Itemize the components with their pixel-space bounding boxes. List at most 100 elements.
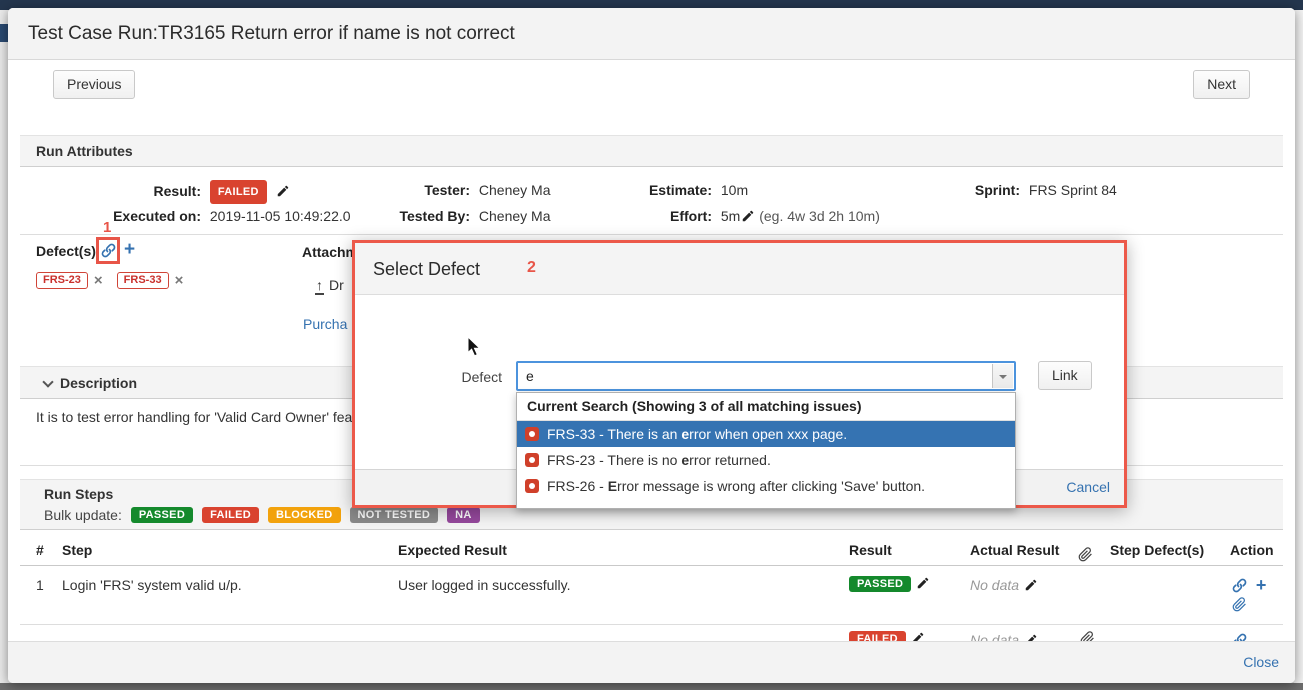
bug-issue-icon xyxy=(525,427,539,441)
bulk-passed-button[interactable]: PASSED xyxy=(131,507,193,523)
attachment-drop-area[interactable]: Dr xyxy=(315,277,344,293)
drop-files-text: Dr xyxy=(329,277,344,293)
suggestion-item[interactable]: FRS-23 - There is no error returned. xyxy=(517,447,1015,473)
defect-tag[interactable]: FRS-33 xyxy=(117,272,169,289)
expected-result-text: User logged in successfully. xyxy=(398,577,570,593)
tester-field: Tester Cheney Ma xyxy=(368,180,638,202)
modal-footer: Close xyxy=(8,641,1295,683)
defect-tags: FRS-23 FRS-33 xyxy=(36,272,191,289)
edit-step-result-icon[interactable] xyxy=(916,576,930,590)
effort-field: Effort 5m (eg. 4w 3d 2h 10m) xyxy=(638,206,978,228)
attach-step-file-icon[interactable] xyxy=(1232,597,1247,615)
attachment-file-link[interactable]: Purcha xyxy=(303,316,347,332)
annotation-number-1: 1 xyxy=(103,219,111,236)
add-step-defect-icon[interactable]: + xyxy=(1256,575,1267,595)
chevron-down-icon xyxy=(42,376,53,387)
col-action: Action xyxy=(1230,535,1274,565)
result-field: Result FAILED xyxy=(36,180,376,202)
sprint-field: Sprint FRS Sprint 84 xyxy=(948,180,1288,202)
dropdown-arrow-icon[interactable] xyxy=(992,364,1013,388)
col-result: Result xyxy=(849,535,892,565)
defect-search-input[interactable]: e xyxy=(516,361,1016,391)
previous-button[interactable]: Previous xyxy=(53,70,135,99)
result-label: Result xyxy=(36,181,201,201)
close-button[interactable]: Close xyxy=(1243,642,1279,682)
remove-defect-icon[interactable] xyxy=(94,272,103,289)
divider xyxy=(20,234,1283,235)
defect-suggestions-dropdown: Current Search (Showing 3 of all matchin… xyxy=(516,392,1016,509)
attributes-row: Executed on 2019-11-05 10:49:22.0 Tested… xyxy=(8,206,1295,228)
remove-defect-icon[interactable] xyxy=(175,272,184,289)
sprint-label: Sprint xyxy=(948,180,1020,200)
bulk-failed-button[interactable]: FAILED xyxy=(202,507,259,523)
add-defect-icon[interactable]: + xyxy=(124,239,135,261)
next-button[interactable]: Next xyxy=(1193,70,1250,99)
bulk-na-button[interactable]: NA xyxy=(447,507,480,523)
run-steps-title: Run Steps xyxy=(44,486,113,502)
mouse-cursor xyxy=(467,336,482,360)
defect-field-label: Defect xyxy=(453,362,502,392)
col-actual: Actual Result xyxy=(970,535,1059,565)
edit-effort-icon[interactable] xyxy=(741,208,755,222)
suggestion-item[interactable]: FRS-26 - Error message is wrong after cl… xyxy=(517,473,1015,499)
dialog-header: Select Defect 2 xyxy=(355,243,1124,295)
background-page-right xyxy=(1294,10,1303,683)
upload-icon xyxy=(315,277,324,295)
page-title: Test Case Run:TR3165 Return error if nam… xyxy=(28,8,515,60)
actual-result-text: No data xyxy=(970,577,1019,593)
defect-tag[interactable]: FRS-23 xyxy=(36,272,88,289)
steps-table-header: # Step Expected Result Result Actual Res… xyxy=(20,535,1283,566)
annotation-number-2: 2 xyxy=(527,259,536,277)
estimate-field: Estimate 10m xyxy=(638,180,978,202)
tested-by-value: Cheney Ma xyxy=(479,208,551,224)
effort-label: Effort xyxy=(638,206,712,226)
bulk-not-tested-button[interactable]: NOT TESTED xyxy=(350,507,439,523)
step-text: Login 'FRS' system valid u/p. xyxy=(62,577,242,593)
col-step: Step xyxy=(62,535,92,565)
col-num: # xyxy=(36,535,44,565)
executed-on-label: Executed on xyxy=(36,206,201,226)
edit-result-icon[interactable] xyxy=(276,183,290,197)
description-text: It is to test error handling for 'Valid … xyxy=(36,409,352,425)
estimate-label: Estimate xyxy=(638,180,712,200)
section-title: Description xyxy=(60,375,137,391)
attributes-row: Result FAILED Tester Cheney Ma Estimate … xyxy=(8,180,1295,202)
link-defect-icon[interactable] xyxy=(100,242,117,259)
link-button[interactable]: Link xyxy=(1038,361,1092,390)
modal-header: Test Case Run:TR3165 Return error if nam… xyxy=(8,8,1295,60)
step-number: 1 xyxy=(36,577,44,593)
link-step-defect-icon[interactable] xyxy=(1231,577,1248,594)
effort-value: 5m xyxy=(721,208,740,224)
col-step-defects: Step Defect(s) xyxy=(1110,535,1204,565)
suggestions-header: Current Search (Showing 3 of all matchin… xyxy=(517,393,1015,421)
suggestion-item[interactable]: FRS-33 - There is an error when open xxx… xyxy=(517,421,1015,447)
result-status-badge: FAILED xyxy=(210,180,267,204)
run-attributes-section-header: Run Attributes xyxy=(20,135,1283,167)
bulk-blocked-button[interactable]: BLOCKED xyxy=(268,507,341,523)
tested-by-label: Tested By xyxy=(368,206,470,226)
executed-on-field: Executed on 2019-11-05 10:49:22.0 xyxy=(36,206,376,228)
tester-value: Cheney Ma xyxy=(479,182,551,198)
dialog-title: Select Defect xyxy=(373,243,480,295)
cancel-button[interactable]: Cancel xyxy=(1066,470,1110,505)
background-page-bottom xyxy=(0,683,1303,690)
tester-label: Tester xyxy=(368,180,470,200)
executed-on-value: 2019-11-05 10:49:22.0 xyxy=(210,208,351,224)
step-result-badge: PASSED xyxy=(849,576,911,592)
bug-issue-icon xyxy=(525,479,539,493)
edit-actual-result-icon[interactable] xyxy=(1024,578,1038,592)
step-row: 1 Login 'FRS' system valid u/p. User log… xyxy=(20,566,1283,625)
estimate-value: 10m xyxy=(721,182,748,198)
defects-label: Defect(s) xyxy=(36,243,96,259)
bug-issue-icon xyxy=(525,453,539,467)
col-expected: Expected Result xyxy=(398,535,507,565)
bulk-update-label: Bulk update: xyxy=(44,507,122,523)
bulk-update-row: Bulk update: PASSED FAILED BLOCKED NOT T… xyxy=(44,507,480,523)
defect-search-value: e xyxy=(526,363,534,389)
annotation-box-1 xyxy=(96,237,120,264)
page: Test Case Run:TR3165 Return error if nam… xyxy=(0,0,1303,690)
tested-by-field: Tested By Cheney Ma xyxy=(368,206,638,228)
attachments-label: Attachm xyxy=(302,244,358,260)
section-title: Run Attributes xyxy=(36,143,133,159)
effort-format-hint: (eg. 4w 3d 2h 10m) xyxy=(759,208,880,224)
